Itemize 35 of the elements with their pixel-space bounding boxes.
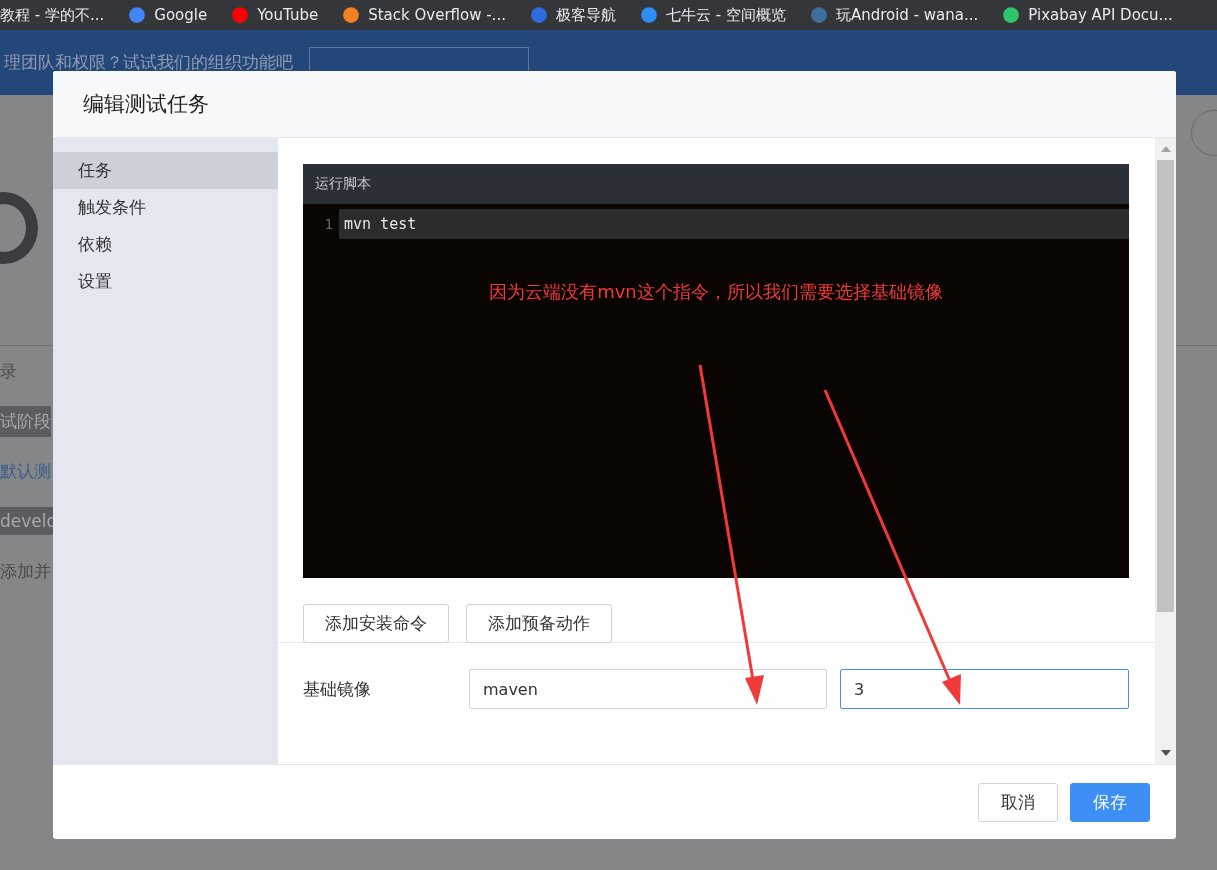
- footer-button[interactable]: 取消: [978, 782, 1058, 822]
- scrollbar[interactable]: [1155, 138, 1176, 764]
- image-tag-field[interactable]: 3: [840, 669, 1129, 709]
- background-label: 录: [0, 359, 17, 383]
- bookmark-icon: [639, 6, 658, 24]
- dialog-title: 编辑测试任务: [83, 91, 209, 118]
- field-label: 基础镜像: [303, 677, 372, 701]
- background-label: 默认测: [0, 459, 51, 483]
- image-name-field[interactable]: maven: [469, 669, 827, 709]
- nav-item[interactable]: 触发条件: [53, 189, 278, 226]
- bookmark-icon: [128, 6, 147, 24]
- editor-title: 运行脚本: [315, 175, 371, 193]
- bookmark-icon: [809, 6, 828, 24]
- bookmark-icon: [1002, 6, 1021, 24]
- bookmark[interactable]: 教程 - 学的不...: [0, 5, 105, 25]
- bookmark[interactable]: 极客导航: [529, 5, 616, 25]
- annotation-text: 因为云端没有mvn这个指令，所以我们需要选择基础镜像: [488, 280, 944, 304]
- bookmark[interactable]: 七牛云 - 空间概览: [639, 5, 786, 25]
- nav-item[interactable]: 设置: [53, 263, 278, 300]
- bookmark-icon: [342, 6, 361, 24]
- bookmark-icon: [231, 6, 250, 24]
- background-label: 添加并: [0, 559, 51, 583]
- bookmark-icon: [529, 6, 548, 24]
- background-label: 试阶段: [0, 405, 51, 437]
- bookmark[interactable]: Stack Overflow -...: [342, 6, 506, 24]
- nav-item[interactable]: 依赖: [53, 226, 278, 263]
- action-button[interactable]: 添加预备动作: [466, 604, 612, 643]
- action-button[interactable]: 添加安装命令: [303, 604, 449, 643]
- bookmark[interactable]: YouTube: [231, 6, 319, 24]
- bookmark[interactable]: Pixabay API Docu...: [1002, 6, 1173, 24]
- nav-item[interactable]: 任务: [53, 152, 278, 189]
- line-number: 1: [323, 216, 334, 232]
- banner-text: 理团队和权限？试试我们的组织功能吧: [4, 51, 293, 74]
- bookmark[interactable]: Google: [128, 6, 208, 24]
- bookmark[interactable]: 玩Android - wana...: [809, 5, 979, 25]
